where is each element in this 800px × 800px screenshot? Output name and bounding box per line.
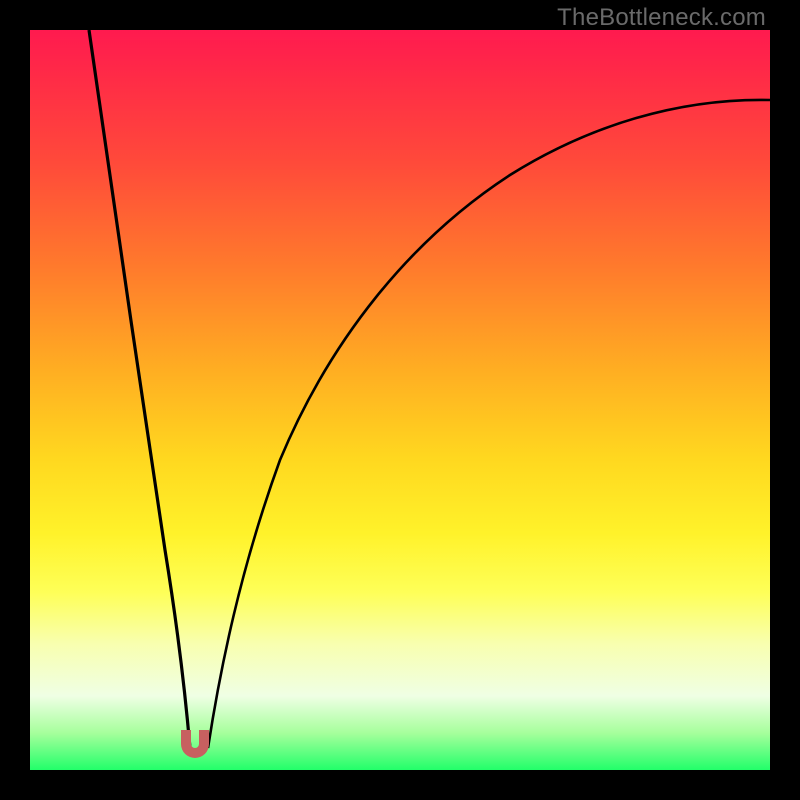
curve-layer — [30, 30, 770, 770]
right-curve — [208, 100, 770, 748]
left-curve — [89, 30, 190, 748]
plot-area — [30, 30, 770, 770]
chart-frame: TheBottleneck.com — [0, 0, 800, 800]
bottleneck-marker — [181, 730, 209, 758]
watermark-text: TheBottleneck.com — [557, 4, 766, 32]
